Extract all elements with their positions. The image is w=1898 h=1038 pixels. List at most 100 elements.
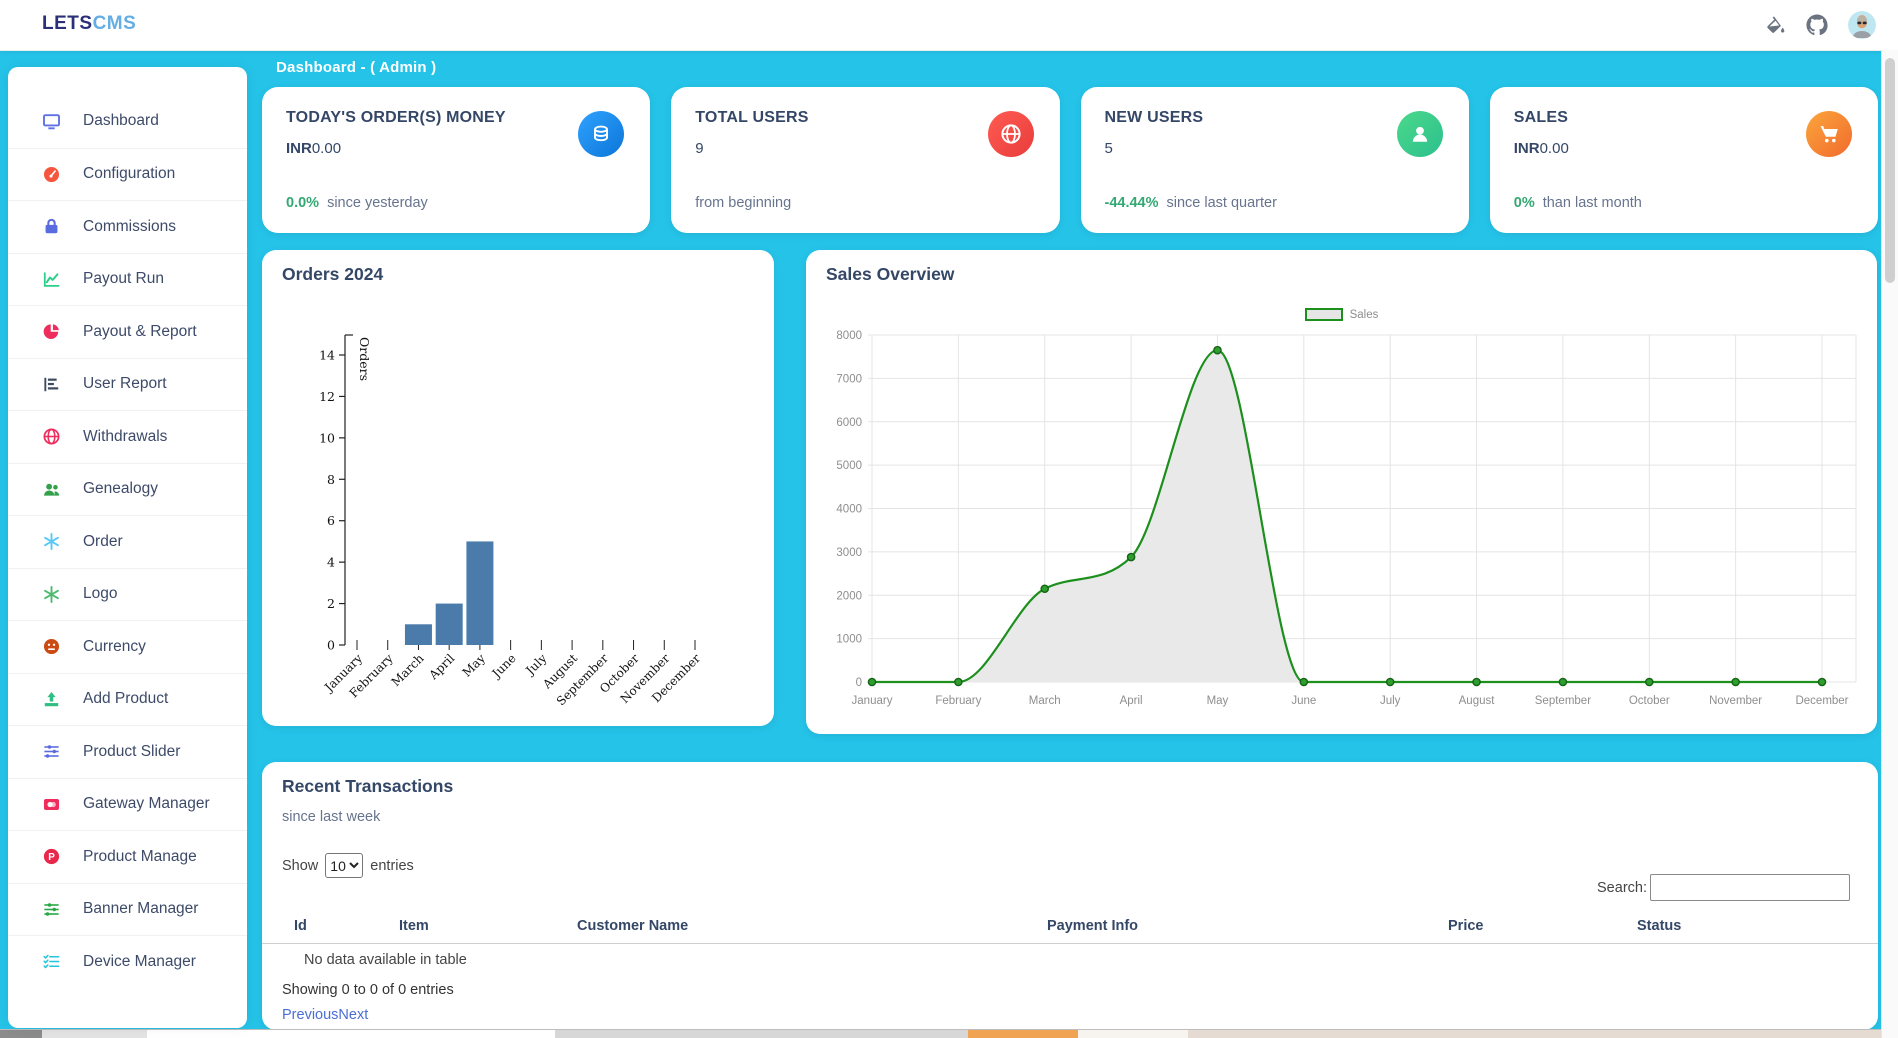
sidebar-item-user-report[interactable]: User Report (8, 358, 247, 411)
orders-chart-title: Orders 2024 (282, 264, 383, 285)
scrollbar-thumb[interactable] (1885, 58, 1895, 283)
theme-paint-bucket-icon[interactable] (1764, 14, 1786, 36)
stat-card-value: INR0.00 (286, 140, 626, 157)
github-icon[interactable] (1806, 14, 1828, 36)
sidebar-item-configuration[interactable]: Configuration (8, 148, 247, 201)
sidebar-item-gateway-manager[interactable]: Gateway Manager (8, 778, 247, 831)
stat-card-footnote: from beginning (695, 195, 791, 211)
sidebar-item-label: Add Product (83, 690, 168, 708)
sliders-icon (41, 742, 61, 762)
column-header-price[interactable]: Price (1448, 918, 1483, 934)
column-header-status[interactable]: Status (1637, 918, 1681, 934)
cart-icon (1806, 111, 1852, 157)
sliders-icon (41, 899, 61, 919)
svg-text:14: 14 (319, 348, 335, 363)
sidebar-item-dashboard[interactable]: Dashboard (8, 95, 247, 148)
svg-text:4000: 4000 (836, 504, 862, 516)
topbar-actions (1764, 0, 1876, 50)
sidebar-item-label: Dashboard (83, 112, 159, 130)
sidebar-item-banner-manager[interactable]: Banner Manager (8, 883, 247, 936)
svg-text:November: November (1709, 695, 1762, 707)
stat-card-title: TOTAL USERS (695, 109, 1035, 127)
svg-text:6000: 6000 (836, 417, 862, 429)
snowflake-icon (41, 584, 61, 604)
stat-card-delta: 0% (1514, 195, 1535, 211)
stat-card-new-users: NEW USERS5-44.44%since last quarter (1081, 87, 1469, 233)
transactions-subtitle: since last week (282, 809, 380, 825)
stat-card-delta: -44.44% (1105, 195, 1159, 211)
search-control: Search: (1597, 874, 1850, 901)
sidebar-item-order[interactable]: Order (8, 515, 247, 568)
transactions-title: Recent Transactions (282, 776, 453, 797)
svg-text:January: January (852, 695, 893, 707)
stat-card-value: INR0.00 (1514, 140, 1854, 157)
stat-cards-row: TODAY'S ORDER(S) MONEYINR0.000.0%since y… (262, 87, 1878, 233)
checklist-icon (41, 952, 61, 972)
sidebar-item-product-manage[interactable]: PProduct Manage (8, 830, 247, 883)
svg-text:July: July (1380, 695, 1401, 707)
globe-icon (41, 427, 61, 447)
sidebar-item-add-product[interactable]: Add Product (8, 673, 247, 726)
sidebar-item-label: Product Manage (83, 848, 197, 866)
svg-text:0: 0 (327, 638, 335, 653)
pagination: PreviousNext (282, 1007, 368, 1023)
pie-chart-icon (41, 322, 61, 342)
sidebar-item-product-slider[interactable]: Product Slider (8, 725, 247, 778)
svg-text:12: 12 (319, 389, 335, 404)
face-icon (41, 637, 61, 657)
svg-text:2000: 2000 (836, 590, 862, 602)
sales-area-chart: 010002000300040005000600070008000January… (806, 316, 1877, 734)
svg-text:2: 2 (327, 596, 335, 611)
svg-text:March: March (1029, 695, 1061, 707)
svg-text:June: June (1291, 695, 1316, 707)
user-icon (1397, 111, 1443, 157)
svg-text:August: August (1459, 695, 1496, 707)
svg-text:8000: 8000 (836, 330, 862, 342)
coins-icon (578, 111, 624, 157)
sidebar-item-withdrawals[interactable]: Withdrawals (8, 410, 247, 463)
svg-text:7000: 7000 (836, 373, 862, 385)
screen: LETSCMS Dashboard ConfigurationCommission… (0, 0, 1898, 1038)
next-button[interactable]: Next (338, 1007, 368, 1023)
column-header-id[interactable]: Id (294, 918, 307, 934)
column-header-customer-name[interactable]: Customer Name (577, 918, 688, 934)
sidebar-item-genealogy[interactable]: Genealogy (8, 463, 247, 516)
svg-text:May: May (460, 651, 489, 680)
entries-control: Show 10 entries (282, 853, 414, 878)
sidebar-item-currency[interactable]: Currency (8, 620, 247, 673)
sidebar: Dashboard ConfigurationCommissions Payout … (8, 67, 247, 1028)
svg-text:October: October (1629, 695, 1670, 707)
search-input[interactable] (1650, 874, 1850, 901)
brand-logo: LETSCMS (42, 13, 136, 35)
brand-primary: LETS (42, 13, 93, 34)
entries-select[interactable]: 10 (325, 853, 363, 878)
sidebar-item-payout-report[interactable]: Payout & Report (8, 305, 247, 358)
monitor-icon (41, 111, 61, 131)
table-header-row: Id Item Customer Name Payment Info Price Stat… (262, 912, 1878, 944)
avatar[interactable] (1848, 11, 1876, 39)
previous-button[interactable]: Previous (282, 1007, 338, 1023)
stat-card-title: SALES (1514, 109, 1854, 127)
sidebar-item-label: Logo (83, 585, 117, 603)
recent-transactions-card: Recent Transactions since last week Show… (262, 762, 1878, 1030)
sidebar-item-logo[interactable]: Logo (8, 568, 247, 621)
svg-text:10: 10 (319, 430, 335, 445)
svg-text:April: April (426, 651, 458, 683)
sidebar-item-label: Device Manager (83, 953, 196, 971)
sidebar-item-commissions[interactable]: Commissions (8, 200, 247, 253)
svg-text:June: June (488, 651, 519, 682)
svg-text:0: 0 (856, 677, 862, 689)
stat-card-footnote: 0%than last month (1514, 195, 1642, 211)
sidebar-item-device-manager[interactable]: Device Manager (8, 935, 247, 988)
scrollbar[interactable] (1881, 50, 1898, 1038)
chart-line-icon (41, 269, 61, 289)
sales-chart-card: Sales Overview Sales 0100020003000400050… (806, 250, 1877, 734)
sidebar-item-payout-run[interactable]: Payout Run (8, 253, 247, 306)
svg-text:December: December (1795, 695, 1848, 707)
column-header-item[interactable]: Item (399, 918, 429, 934)
column-header-payment-info[interactable]: Payment Info (1047, 918, 1138, 934)
svg-text:April: April (1120, 695, 1143, 707)
stat-card-footnote: -44.44%since last quarter (1105, 195, 1277, 211)
sidebar-item-label: Payout Run (83, 270, 164, 288)
orders-chart-card: Orders 2024 02468101214OrdersJanuaryFebr… (262, 250, 774, 726)
